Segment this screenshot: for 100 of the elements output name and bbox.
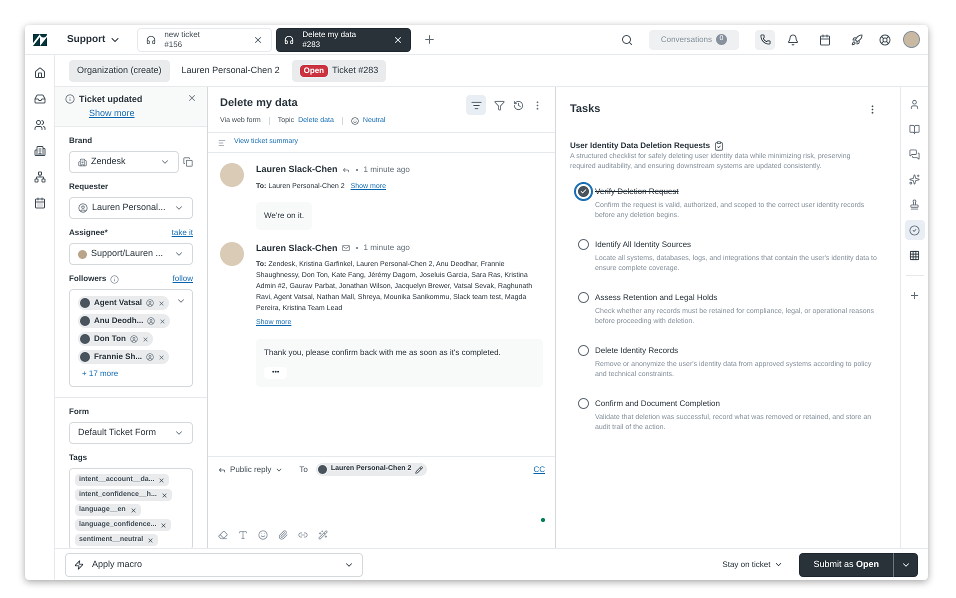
notice-title: Ticket updated — [79, 93, 144, 106]
task-checkbox[interactable] — [578, 344, 589, 356]
task-title: Verify Deletion Request — [595, 186, 680, 196]
remove-icon[interactable] — [130, 506, 137, 514]
follower-chip[interactable]: Don Ton — [78, 332, 153, 346]
chat-icon[interactable] — [909, 149, 920, 160]
link-icon[interactable] — [298, 530, 308, 540]
logo-icon[interactable] — [33, 34, 47, 46]
follower-chip[interactable]: Anu Deodh... — [78, 314, 170, 328]
hierarchy-icon[interactable] — [34, 171, 46, 183]
emoji-icon[interactable] — [258, 530, 268, 540]
tab-number: #156 — [164, 40, 184, 50]
remove-icon[interactable] — [158, 476, 166, 484]
phone-button[interactable] — [755, 30, 775, 50]
remove-icon[interactable] — [160, 492, 168, 498]
workspace-dropdown[interactable]: Support — [67, 32, 122, 47]
add-icon[interactable] — [909, 290, 920, 301]
remove-icon[interactable] — [158, 300, 166, 306]
tab-title: new ticket — [164, 30, 201, 40]
avatar[interactable] — [903, 31, 920, 48]
follower-chip[interactable]: Frannie Sh... — [78, 350, 170, 364]
task-checkbox[interactable] — [578, 398, 589, 408]
calendar-icon[interactable] — [819, 34, 831, 46]
cc-link[interactable]: CC — [533, 464, 545, 476]
select-field[interactable]: Lauren Personal... — [69, 197, 193, 219]
to-label: To — [299, 464, 308, 476]
pencil-icon[interactable] — [415, 466, 424, 474]
filter-icon[interactable] — [494, 100, 505, 110]
remove-icon[interactable] — [142, 336, 149, 342]
stamp-icon[interactable] — [909, 199, 920, 210]
submit-button[interactable]: Submit as Open — [799, 552, 893, 576]
checklist-title: User Identity Data Deletion Requests — [570, 140, 710, 152]
close-icon[interactable] — [393, 34, 404, 44]
rocket-icon[interactable] — [851, 34, 863, 46]
copy-icon[interactable] — [183, 157, 193, 167]
avatar — [220, 163, 244, 187]
stay-on-ticket-dropdown[interactable]: Stay on ticket — [722, 558, 784, 570]
search-icon[interactable] — [620, 34, 633, 46]
book-icon[interactable] — [909, 124, 920, 135]
follower-chip[interactable]: Agent Vatsal — [78, 296, 170, 310]
users-icon[interactable] — [34, 119, 46, 131]
message-time: 1 minute ago — [364, 164, 410, 176]
bell-icon[interactable] — [787, 34, 799, 46]
help-icon[interactable] — [879, 34, 891, 46]
building-icon[interactable] — [34, 145, 46, 157]
apply-macro-dropdown[interactable]: Apply macro — [65, 552, 363, 576]
user-icon[interactable] — [909, 99, 920, 110]
select-field[interactable]: Default Ticket Form — [69, 422, 193, 444]
more-followers-link[interactable]: + 17 more — [82, 368, 176, 380]
message-time: 1 minute ago — [364, 242, 410, 254]
home-icon[interactable] — [34, 67, 46, 79]
field-label: Tags — [69, 452, 88, 464]
user-icon — [130, 335, 138, 343]
text-format-icon[interactable] — [238, 530, 248, 540]
field-action-link[interactable]: take it — [172, 227, 193, 239]
field-label: Assignee* — [69, 227, 108, 239]
task-checkbox[interactable] — [578, 186, 589, 196]
remove-icon[interactable] — [159, 318, 166, 324]
author-name: Lauren Slack-Chen — [256, 163, 338, 176]
clipboard-icon — [714, 140, 724, 150]
select-field[interactable]: Zendesk — [69, 151, 179, 173]
inbox-icon[interactable] — [34, 93, 46, 105]
tasks-app-button[interactable] — [904, 220, 924, 240]
field-label: Form — [69, 406, 89, 418]
status-badge: Open — [300, 64, 328, 76]
remove-icon[interactable] — [147, 536, 154, 544]
submit-options-button[interactable] — [893, 552, 918, 576]
info-icon — [65, 94, 75, 104]
summary-toggle-button[interactable] — [466, 95, 486, 115]
sparkles-icon[interactable] — [909, 174, 920, 185]
remove-icon[interactable] — [158, 354, 166, 360]
add-tab-icon[interactable] — [423, 33, 436, 46]
ticket-title: Delete my data — [220, 96, 299, 111]
magic-wand-icon[interactable] — [318, 530, 328, 540]
field-label: Requester — [69, 181, 108, 193]
task-title: Confirm and Document Completion — [595, 398, 721, 408]
task-checkbox[interactable] — [578, 238, 589, 250]
reply-icon — [218, 466, 226, 474]
eraser-icon[interactable] — [218, 530, 228, 540]
breadcrumb-tab[interactable]: Lauren Personal-Chen 2 — [174, 60, 288, 82]
breadcrumb-tab[interactable]: Open Ticket #283 — [292, 60, 386, 82]
followers-field[interactable]: Agent Vatsal Anu Deodh... Don Ton Frannie Sh... + 17 more — [69, 289, 193, 387]
reply-mode-dropdown[interactable]: Public reply — [218, 464, 284, 476]
select-field[interactable]: Support/Lauren ... — [69, 243, 193, 265]
close-icon[interactable] — [253, 34, 264, 44]
remove-icon[interactable] — [160, 522, 168, 528]
ticket-tab[interactable]: new ticket #156 — [137, 28, 272, 52]
calendar-icon[interactable] — [34, 197, 46, 209]
field-action-link[interactable]: follow — [172, 273, 193, 285]
attachment-icon[interactable] — [278, 530, 288, 540]
task-checkbox[interactable] — [578, 292, 589, 302]
show-more-link[interactable]: Show more — [89, 106, 183, 120]
apps-grid-icon[interactable] — [909, 250, 920, 261]
user-icon — [146, 353, 154, 361]
avatar — [318, 465, 327, 474]
tab-title: Delete my data — [302, 30, 358, 40]
field-label: Brand — [69, 135, 92, 147]
breadcrumb-tab[interactable]: Organization (create) — [69, 60, 170, 82]
ticket-tab[interactable]: Delete my data #283 — [276, 28, 412, 52]
history-icon[interactable] — [513, 100, 524, 110]
